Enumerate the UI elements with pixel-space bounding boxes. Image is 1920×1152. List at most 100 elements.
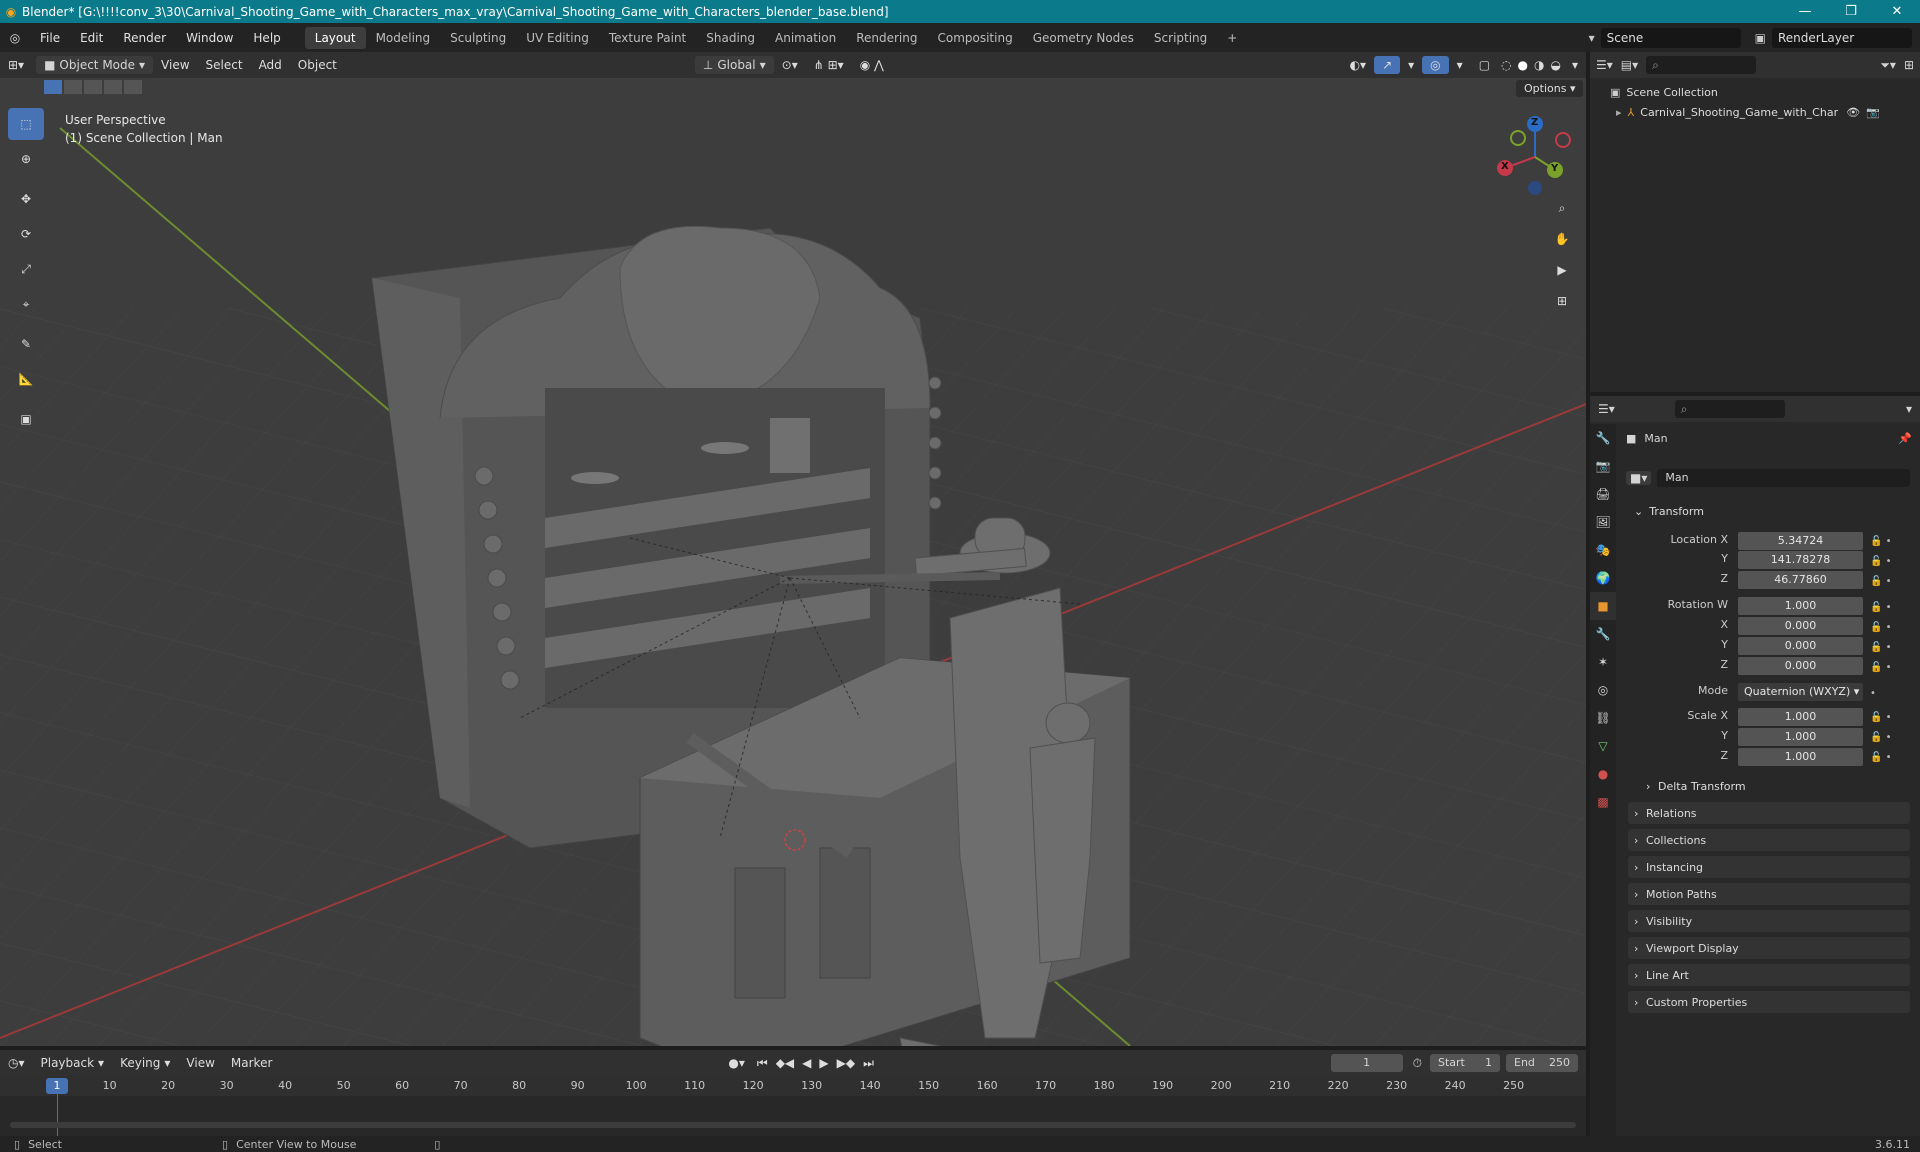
rendered-shading-icon[interactable]: ◒ [1547,56,1563,74]
scene-selector[interactable]: Scene [1600,27,1741,48]
chevron-down-icon[interactable]: ▾ [1906,402,1912,416]
location-x-field[interactable]: 5.34724 [1738,532,1863,550]
tab-geometry-nodes[interactable]: Geometry Nodes [1023,27,1144,49]
tab-shading[interactable]: Shading [696,27,765,49]
menu-add[interactable]: Add [251,56,290,74]
gizmo-toggle-icon[interactable]: ↗ [1374,56,1401,74]
tab-rendering[interactable]: Rendering [846,27,927,49]
scale-y-field[interactable]: 1.000 [1738,728,1863,746]
properties-search-input[interactable]: ⌕ [1674,400,1785,418]
shading-dropdown-icon[interactable]: ▾ [1564,56,1586,74]
particles-tab-icon[interactable]: ✶ [1590,648,1616,676]
menu-window[interactable]: Window [176,31,243,45]
scale-tool-icon[interactable]: ⤢ [8,253,44,285]
tab-modeling[interactable]: Modeling [366,27,441,49]
outliner-search-input[interactable]: ⌕ [1646,56,1757,74]
measure-tool-icon[interactable]: 📐 [8,363,44,395]
select-extend-icon[interactable] [64,80,82,94]
options-dropdown[interactable]: Options ▾ [1516,80,1584,97]
camera-render-icon[interactable]: 📷 [1866,106,1880,119]
blender-menu-icon[interactable]: ◎ [0,31,30,45]
prev-keyframe-icon[interactable]: ◆◀ [772,1054,798,1072]
transform-tool-icon[interactable]: ⌖ [8,288,44,320]
maximize-button[interactable]: ❐ [1828,4,1874,19]
scene-icon[interactable]: ▾ [1589,31,1595,45]
outliner-item[interactable]: ▸ ⅄ Carnival_Shooting_Game_with_Characte… [1616,102,1920,122]
menu-render[interactable]: Render [113,31,176,45]
overlays-toggle-icon[interactable]: ◎ [1422,56,1449,74]
timeline-area[interactable]: 1 10 20 30 40 50 60 70 80 90 100 110 120 130 140 150 160… [0,1076,1586,1136]
close-button[interactable]: ✕ [1874,4,1920,19]
orientation-selector[interactable]: ⊥ Global ▾ [694,56,774,74]
tab-animation[interactable]: Animation [765,27,846,49]
object-name-field[interactable]: Man [1657,469,1910,487]
select-subtract-icon[interactable] [84,80,102,94]
cursor-tool-icon[interactable]: ⊕ [8,143,44,175]
tab-sculpting[interactable]: Sculpting [440,27,516,49]
add-cube-tool-icon[interactable]: ▣ [8,403,44,435]
select-invert-icon[interactable] [104,80,122,94]
panel-visibility[interactable]: › Visibility [1628,910,1910,932]
scene-tab-icon[interactable]: 🎭 [1590,536,1616,564]
tab-uv-editing[interactable]: UV Editing [516,27,599,49]
filter-icon[interactable]: ⏷▾ [1880,58,1896,73]
object-tab-icon[interactable]: ■ [1590,592,1616,620]
rotation-y-field[interactable]: 0.000 [1738,637,1863,655]
pan-hand-icon[interactable]: ✋ [1548,225,1576,253]
menu-select[interactable]: Select [198,56,251,74]
eye-icon[interactable]: 👁 [1846,106,1860,119]
annotate-tool-icon[interactable]: ✎ [8,328,44,360]
proportional-edit-icon[interactable]: ◉ ⋀ [852,56,892,74]
material-shading-icon[interactable]: ◑ [1531,56,1547,74]
stopwatch-icon[interactable]: ⏱ [1413,1056,1422,1071]
world-tab-icon[interactable]: 🌍 [1590,564,1616,592]
move-tool-icon[interactable]: ✥ [8,183,44,215]
start-frame-field[interactable]: Start 1 [1430,1054,1500,1072]
play-reverse-icon[interactable]: ◀ [798,1054,815,1072]
data-tab-icon[interactable]: ▽ [1590,732,1616,760]
rotate-tool-icon[interactable]: ⟳ [8,218,44,250]
zoom-icon[interactable]: ⌕ [1548,194,1576,222]
modifier-tab-icon[interactable]: 🔧 [1590,620,1616,648]
panel-instancing[interactable]: › Instancing [1628,856,1910,878]
tool-tab-icon[interactable]: 🔧 [1590,424,1616,452]
camera-view-icon[interactable]: ▶ [1548,256,1576,284]
menu-marker[interactable]: Marker [223,1054,280,1072]
constraints-tab-icon[interactable]: ⛓ [1590,704,1616,732]
ortho-grid-icon[interactable]: ⊞ [1548,287,1576,315]
panel-motion-paths[interactable]: › Motion Paths [1628,883,1910,905]
mode-selector[interactable]: ■ Object Mode ▾ [36,56,154,74]
panel-viewport-display[interactable]: › Viewport Display [1628,937,1910,959]
scale-x-field[interactable]: 1.000 [1738,708,1863,726]
tab-layout[interactable]: Layout [304,26,366,49]
location-y-field[interactable]: 141.78278 [1738,551,1863,569]
transform-panel-header[interactable]: ⌄ Transform [1628,500,1910,522]
panel-collections[interactable]: › Collections [1628,829,1910,851]
panel-line-art[interactable]: › Line Art [1628,964,1910,986]
select-box-tool-icon[interactable]: ⬚ [8,108,44,140]
tab-texture-paint[interactable]: Texture Paint [599,27,696,49]
filter-view-icon[interactable]: ▤▾ [1621,58,1638,72]
display-mode-icon[interactable]: ☰▾ [1596,58,1613,72]
menu-playback[interactable]: Playback ▾ [33,1054,113,1072]
play-icon[interactable]: ▶ [815,1054,832,1072]
outliner-scene-collection[interactable]: ▣ Scene Collection [1610,82,1920,102]
menu-file[interactable]: File [30,31,70,45]
xray-icon[interactable]: ▢ [1471,56,1498,74]
add-workspace-button[interactable]: + [1217,27,1247,49]
snap-icon[interactable]: ⋔ ⊞▾ [806,56,852,74]
wireframe-shading-icon[interactable]: ◌ [1498,56,1514,74]
menu-keying[interactable]: Keying ▾ [112,1054,178,1072]
jump-start-icon[interactable]: ⏮ [753,1054,772,1073]
current-frame-field[interactable]: 1 [1330,1054,1403,1072]
record-icon[interactable]: ●▾ [720,1054,753,1072]
rotation-x-field[interactable]: 0.000 [1738,617,1863,635]
new-collection-icon[interactable]: ⊞ [1904,58,1914,72]
expand-chevron-icon[interactable]: ▸ [1616,106,1622,119]
tab-compositing[interactable]: Compositing [927,27,1022,49]
editor-type-icon[interactable]: ☰▾ [1598,402,1615,416]
menu-view[interactable]: View [153,56,197,74]
menu-timeline-view[interactable]: View [178,1054,222,1072]
rotation-mode-dropdown[interactable]: Quaternion (WXYZ) ▾ [1738,683,1863,701]
editor-type-button[interactable]: ⊞▾ [0,56,32,74]
